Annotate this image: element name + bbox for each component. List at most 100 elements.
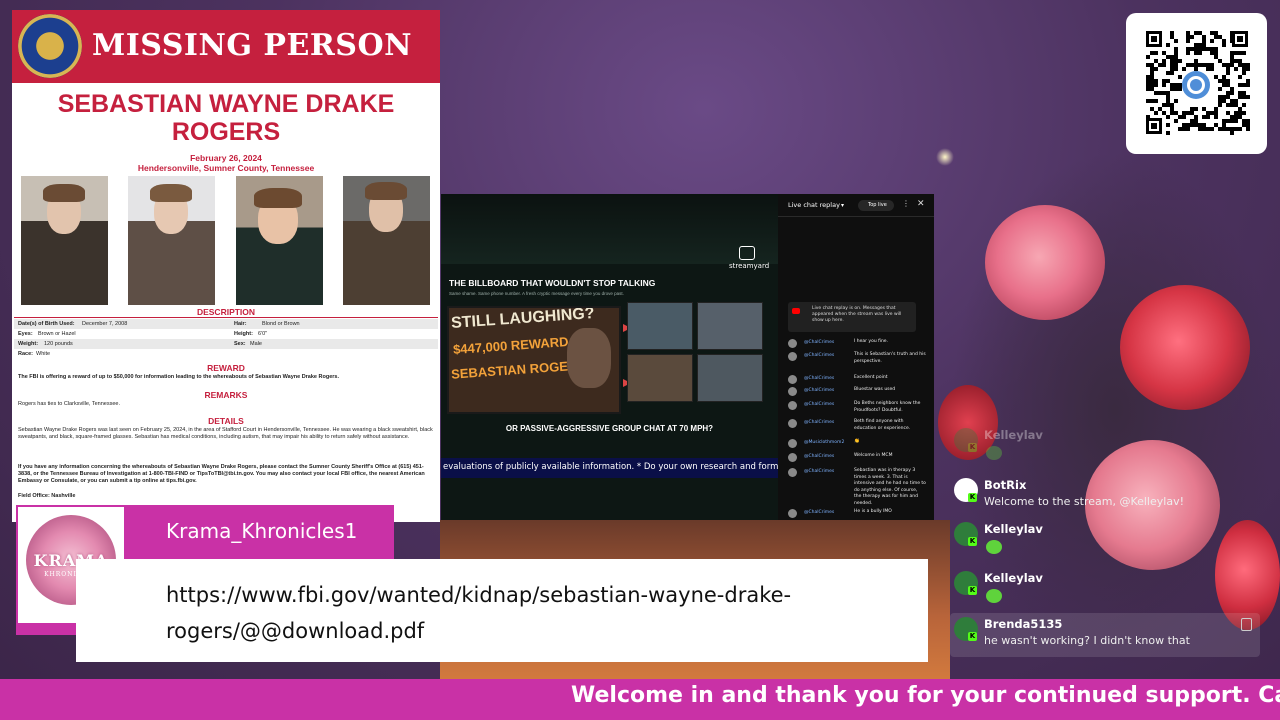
row-value: Brown or Hazel <box>38 331 76 337</box>
kick-badge-icon: K <box>968 443 977 452</box>
chat-username: @Musiclothmom2 <box>804 440 845 445</box>
divider <box>778 216 934 217</box>
poster-name-line2: ROGERS <box>171 118 281 146</box>
details-heading: DETAILS <box>208 416 244 426</box>
billboard-text: $447,000 REWARD <box>452 333 570 358</box>
chat-message-text: Beth find anyone with education or exper… <box>854 419 911 431</box>
chat-message-text: Welcome in MCM <box>854 453 893 458</box>
chat-username: @ChalCrimes <box>804 454 835 459</box>
chat-username: @ChalCrimes <box>804 340 835 345</box>
live-chat-replay-panel: Live chat replay ▾ Top live ⋮ ✕ Live cha… <box>778 194 934 520</box>
emote-icon <box>986 446 1002 460</box>
row-label: Height: <box>234 331 253 337</box>
kick-badge-icon: K <box>968 586 977 595</box>
chat-message-text: Welcome to the stream, @Kelleylav! <box>984 495 1184 508</box>
chat-message-text: Excellent point <box>854 375 888 380</box>
notice-text: Live chat replay is on. Messages that ap… <box>812 306 902 323</box>
chat-username: Kelleylav <box>984 428 1043 442</box>
row-label: Eyes: <box>18 331 33 337</box>
description-row: Eyes: Brown or Hazel Height: 6'0" <box>14 329 438 339</box>
video-subtitle: Same shame. Same phone number. A fresh c… <box>449 291 624 296</box>
video-crawl-text: evaluations of publicly available inform… <box>443 462 778 472</box>
billboard-image: STILL LAUGHING? $447,000 REWARD SEBASTIA… <box>447 306 621 414</box>
row-value: 6'0" <box>258 331 268 337</box>
ticker-bar: Welcome in and thank you for your contin… <box>0 679 1280 720</box>
emote-icon <box>986 589 1002 603</box>
video-kicker: THE BILLBOARD THAT WOULDN'T STOP TALKING <box>449 278 656 288</box>
missing-person-photo <box>21 176 108 305</box>
chat-message-text: Bluestar was used <box>854 387 896 392</box>
row-label: Sex: <box>234 341 246 347</box>
chat-username: BotRix <box>984 478 1027 492</box>
row-value: December 7, 2008 <box>82 321 128 327</box>
row-label: Date(s) of Birth Used: <box>18 321 75 327</box>
chat-username: @ChalCrimes <box>804 420 835 425</box>
row-value: White <box>36 351 51 357</box>
row-label: Hair: <box>234 321 247 327</box>
chat-replay-title[interactable]: Live chat replay <box>788 201 840 209</box>
avatar <box>788 453 797 462</box>
channel-name: Krama_Khronicles1 <box>166 519 358 543</box>
chat-message-text: he wasn't working? I didn't know that <box>984 634 1190 647</box>
chevron-down-icon[interactable]: ▾ <box>841 202 844 209</box>
reward-text: The FBI is offering a reward of up to $5… <box>18 374 339 380</box>
channel-name-bar: Krama_Khronicles1 <box>136 505 394 559</box>
chat-replay-notice: Live chat replay is on. Messages that ap… <box>788 302 916 332</box>
close-icon[interactable]: ✕ <box>917 199 925 209</box>
video-caption: OR PASSIVE-AGGRESSIVE GROUP CHAT AT 70 M… <box>505 424 714 433</box>
video-top-area <box>441 194 778 264</box>
avatar <box>788 439 797 448</box>
chat-username: @ChalCrimes <box>804 402 835 407</box>
chat-username: Kelleylav <box>984 522 1043 536</box>
kick-badge-icon: K <box>968 493 977 502</box>
row-value: Male <box>250 341 262 347</box>
url-display-box: https://www.fbi.gov/wanted/kidnap/sebast… <box>76 559 928 662</box>
chat-message-text: Sebastian was in therapy 3 times a week.… <box>854 468 926 506</box>
poster-location: Hendersonville, Sumner County, Tennessee <box>137 163 315 173</box>
chat-message: K BotRix Welcome to the stream, @Kelleylav… <box>950 474 1260 516</box>
row-label: Weight: <box>18 341 39 347</box>
reward-heading: REWARD <box>207 363 245 373</box>
avatar <box>788 509 797 518</box>
field-office: Field Office: Nashville <box>18 493 76 499</box>
billboard-thumbnail <box>627 354 693 402</box>
description-row: Weight: 120 pounds Sex: Male <box>14 339 438 349</box>
fbi-seal-icon <box>18 14 82 78</box>
more-options-icon[interactable]: ⋮ <box>902 199 910 208</box>
report-icon[interactable] <box>1241 618 1252 631</box>
poster-date: February 26, 2024 <box>190 153 262 163</box>
chat-message-text: 👏 <box>854 439 860 444</box>
chat-username: @ChalCrimes <box>804 353 835 358</box>
ticker-text: Welcome in and thank you for your contin… <box>571 683 1280 708</box>
contact-text: If you have any information concerning t… <box>18 464 425 484</box>
avatar <box>788 375 797 384</box>
chat-message-text: This is Sebastian's truth and his perspe… <box>854 352 926 364</box>
video-player[interactable]: streamyard THE BILLBOARD THAT WOULDN'T S… <box>441 194 778 520</box>
url-line: https://www.fbi.gov/wanted/kidnap/sebast… <box>166 583 792 607</box>
youtube-icon <box>792 308 800 314</box>
chat-username: Brenda5135 <box>984 617 1063 631</box>
chat-username: Kelleylav <box>984 571 1043 585</box>
chat-username: @ChalCrimes <box>804 469 835 474</box>
description-row: Race: White <box>14 349 438 359</box>
kick-badge-icon: K <box>968 632 977 641</box>
chat-username: @ChalCrimes <box>804 388 835 393</box>
row-value: Blond or Brown <box>262 321 300 327</box>
billboard-thumbnail <box>697 302 763 350</box>
row-value: 120 pounds <box>44 341 73 347</box>
avatar <box>788 387 797 396</box>
billboard-text: STILL LAUGHING? <box>450 306 596 332</box>
description-heading: DESCRIPTION <box>196 307 256 317</box>
billboard-thumbnail <box>627 302 693 350</box>
avatar <box>788 352 797 361</box>
url-line: rogers/@@download.pdf <box>166 619 425 643</box>
avatar <box>788 339 797 348</box>
chat-message-text: Do Beths neighbors know the Proudfoots? … <box>854 401 921 413</box>
fbi-missing-poster: MISSING PERSON SEBASTIAN WAYNE DRAKE ROG… <box>12 10 440 522</box>
chat-message: K Kelleylav <box>950 424 1260 466</box>
chat-message: K Kelleylav <box>950 518 1260 560</box>
chat-username: @ChalCrimes <box>804 510 835 515</box>
details-text: Sebastian Wayne Drake Rogers was last se… <box>18 427 433 440</box>
top-live-filter[interactable]: Top live <box>858 200 894 211</box>
chat-message-text: I hear you fine. <box>854 339 889 344</box>
